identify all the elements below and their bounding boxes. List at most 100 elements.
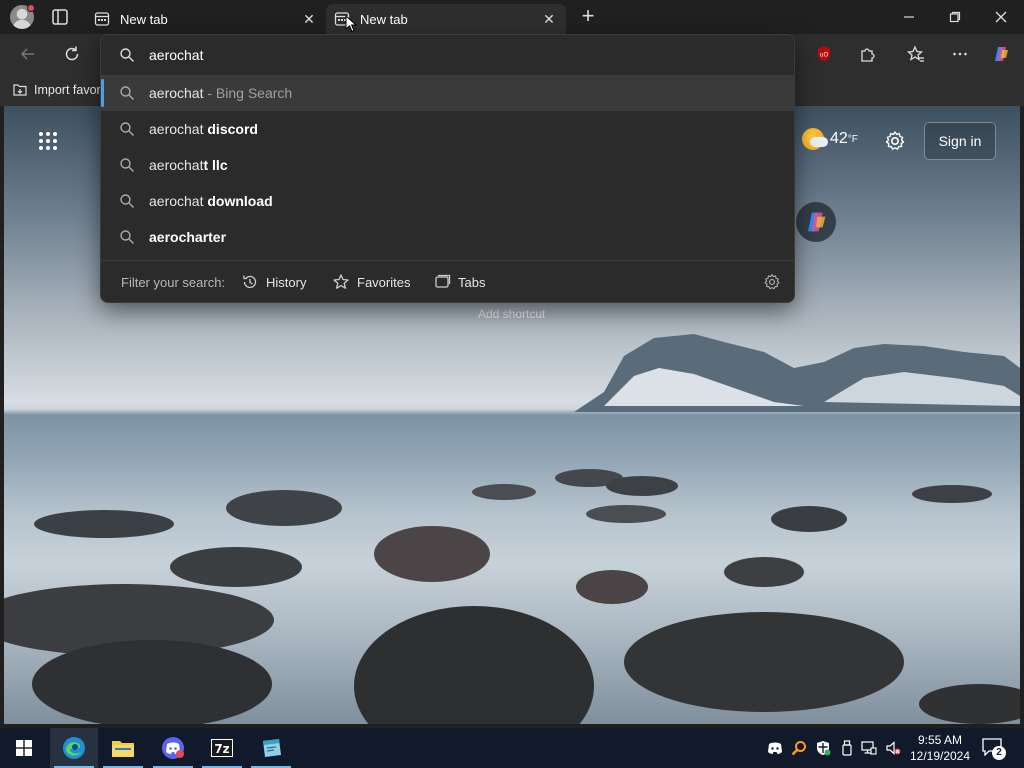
discord-icon — [162, 737, 184, 759]
taskbar-app[interactable] — [247, 728, 295, 768]
speaker-muted-icon — [886, 741, 901, 755]
windows-taskbar: 7z 9:55 AM 12/19/2024 2 — [0, 728, 1024, 768]
suggestion-completion: aerocharter — [149, 229, 227, 245]
tab-new-tab-1[interactable]: New tab ✕ — [86, 4, 326, 34]
suggestion-prefix: aerochat — [149, 157, 204, 173]
search-icon — [120, 48, 134, 62]
ellipsis-icon — [953, 52, 967, 56]
refresh-icon — [65, 46, 79, 61]
filter-tabs-label: Tabs — [458, 274, 486, 290]
notification-center-button[interactable]: 2 — [982, 738, 1006, 760]
page-settings-gear-icon[interactable] — [884, 130, 906, 152]
taskbar-7zip[interactable]: 7z — [198, 728, 246, 768]
usb-drive-icon — [842, 740, 852, 756]
mouse-cursor-icon — [345, 15, 357, 33]
7zip-icon-label: 7z — [214, 742, 229, 756]
filter-tabs-button[interactable]: Tabs — [433, 273, 485, 291]
folder-icon — [112, 741, 134, 757]
clock-time: 9:55 AM — [917, 733, 963, 747]
restore-icon — [949, 11, 961, 23]
minimize-button[interactable] — [897, 6, 921, 28]
filter-label: Filter your search: — [121, 275, 226, 290]
system-clock[interactable]: 9:55 AM 12/19/2024 — [906, 732, 974, 764]
weather-widget[interactable]: 42 °F — [802, 128, 858, 150]
discord-icon — [768, 742, 782, 754]
tray-usb-icon[interactable] — [838, 739, 856, 757]
search-filters: Filter your search: History Favorites Ta… — [101, 261, 794, 302]
suggestion-meta: - Bing Search — [203, 85, 293, 101]
filter-favorites-label: Favorites — [357, 274, 411, 290]
import-icon — [13, 84, 27, 96]
filter-favorites-button[interactable]: Favorites — [332, 273, 410, 291]
profile-avatar-icon[interactable] — [10, 4, 35, 29]
sign-in-button[interactable]: Sign in — [924, 122, 996, 160]
tray-discord-icon[interactable] — [766, 739, 784, 757]
address-bar[interactable]: aerochat — [101, 35, 794, 75]
close-icon — [995, 11, 1007, 23]
app-window-icon — [263, 739, 281, 757]
import-favorites-button[interactable]: Import favor — [12, 82, 101, 98]
new-tab-button[interactable]: + — [577, 5, 599, 28]
tab-actions-icon[interactable] — [50, 7, 70, 27]
search-icon — [120, 86, 134, 100]
taskbar-discord[interactable] — [149, 728, 197, 768]
more-options-button[interactable] — [948, 42, 972, 66]
tab-close-button[interactable]: ✕ — [540, 10, 558, 28]
suggestion-item[interactable]: aerochat download — [101, 183, 794, 219]
suggestion-item[interactable]: aerocharter — [101, 219, 794, 255]
apps-grid-icon[interactable] — [38, 131, 58, 151]
taskbar-file-explorer[interactable] — [99, 728, 147, 768]
copilot-button[interactable] — [989, 42, 1013, 66]
restore-button[interactable] — [943, 6, 967, 28]
7zip-icon: 7z — [211, 739, 233, 757]
clock-date: 12/19/2024 — [909, 749, 971, 763]
address-bar-input[interactable]: aerochat — [149, 47, 203, 63]
tabs-icon — [435, 274, 451, 288]
tray-security-icon[interactable] — [814, 739, 832, 757]
shield-icon — [817, 741, 831, 756]
tab-new-tab-2[interactable]: New tab ✕ — [326, 4, 566, 34]
search-icon — [120, 194, 134, 208]
partly-sunny-icon — [802, 128, 828, 150]
filter-history-button[interactable]: History — [241, 273, 306, 291]
search-icon — [120, 122, 134, 136]
suggestion-item[interactable]: aerochat - Bing Search — [101, 75, 794, 111]
tab-title: New tab — [120, 11, 168, 27]
suggestion-item[interactable]: aerochatt llc — [101, 147, 794, 183]
network-monitor-icon — [861, 741, 877, 755]
tray-volume-icon[interactable] — [884, 739, 902, 757]
suggestion-item[interactable]: aerochat discord — [101, 111, 794, 147]
address-bar-suggestions: aerochat aerochat - Bing Search aerochat… — [100, 34, 795, 303]
filter-history-label: History — [266, 274, 307, 290]
ublock-extension-button[interactable]: uO — [812, 42, 836, 66]
back-button[interactable] — [16, 42, 40, 66]
tray-search-tool-icon[interactable] — [790, 739, 808, 757]
add-shortcut-label[interactable]: Add shortcut — [478, 307, 545, 321]
favorites-button[interactable] — [904, 42, 928, 66]
tab-title: New tab — [360, 11, 408, 27]
taskbar-edge[interactable] — [50, 728, 98, 768]
arrow-left-icon — [20, 48, 34, 60]
search-icon — [120, 230, 134, 244]
refresh-button[interactable] — [60, 42, 84, 66]
start-button[interactable] — [0, 728, 48, 768]
suggestion-prefix: aerochat — [149, 85, 204, 101]
suggestion-completion: t llc — [203, 157, 228, 173]
copilot-icon — [995, 47, 1008, 61]
temperature-unit: °F — [847, 133, 858, 145]
tab-close-button[interactable]: ✕ — [300, 10, 318, 28]
extensions-button[interactable] — [855, 42, 879, 66]
search-icon — [120, 158, 134, 172]
new-tab-page-icon — [94, 12, 110, 26]
suggestion-completion: download — [207, 193, 273, 209]
copilot-floating-button[interactable] — [796, 202, 836, 242]
history-icon — [243, 275, 257, 289]
close-window-button[interactable] — [989, 6, 1013, 28]
copilot-icon — [808, 212, 826, 232]
search-settings-gear-icon[interactable] — [763, 273, 781, 291]
import-favorites-label: Import favor — [34, 83, 101, 97]
puzzle-icon — [861, 48, 875, 62]
temperature-value: 42 — [830, 130, 848, 147]
tray-network-icon[interactable] — [860, 739, 878, 757]
notification-count-badge: 2 — [992, 746, 1006, 760]
